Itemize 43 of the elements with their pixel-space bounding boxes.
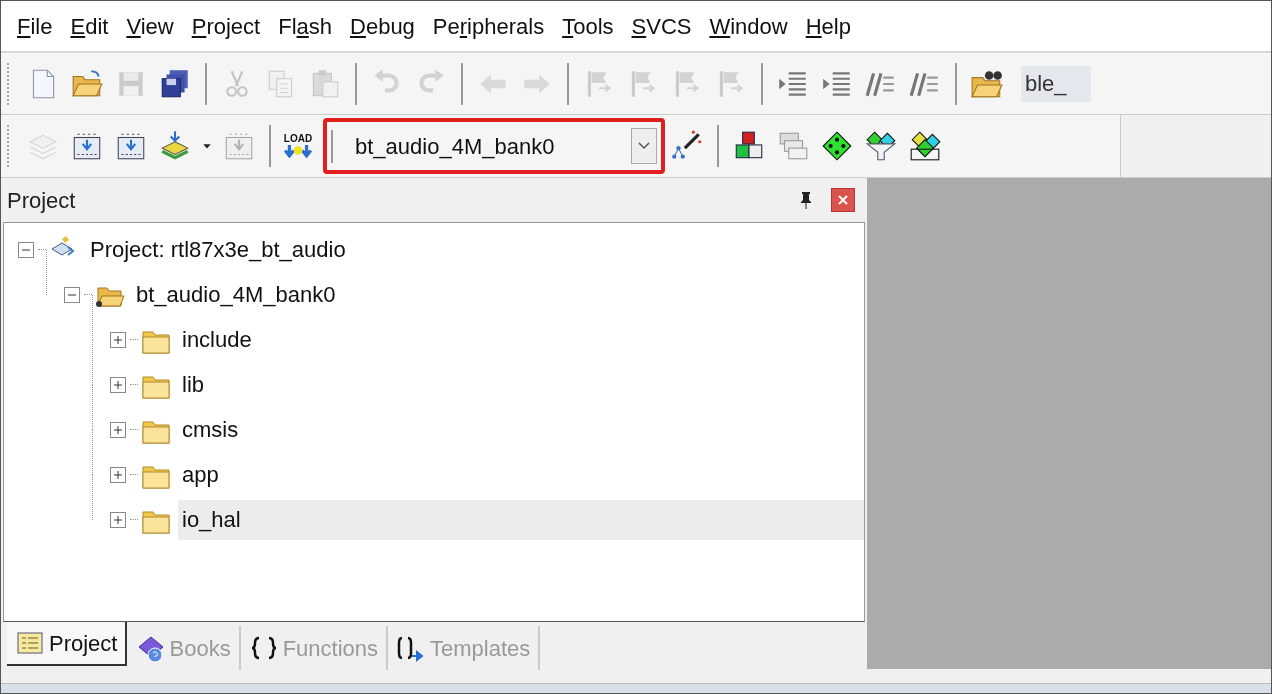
tree-item[interactable]: Project: rtl87x3e_bt_audio xyxy=(86,229,350,270)
close-icon xyxy=(837,194,849,206)
panel-title: Project xyxy=(7,186,77,215)
chevron-down-icon[interactable] xyxy=(637,141,651,151)
menu-item[interactable]: Peripherals xyxy=(424,3,553,49)
expand-button[interactable] xyxy=(110,466,126,483)
plus-icon xyxy=(113,424,123,435)
find-field[interactable]: ble_ xyxy=(1021,65,1091,102)
plus-icon xyxy=(113,514,123,525)
expand-button[interactable] xyxy=(110,421,126,438)
close-button[interactable] xyxy=(831,188,855,212)
menu-item[interactable]: SVCS xyxy=(623,3,700,49)
plus-icon xyxy=(113,379,123,390)
menu-item[interactable]: Debug xyxy=(342,3,423,49)
expand-button[interactable] xyxy=(110,511,126,528)
menu-item[interactable]: Project xyxy=(183,3,269,49)
tree-item[interactable]: include xyxy=(178,319,256,360)
collapse-button[interactable] xyxy=(64,286,80,303)
menu-item[interactable]: File xyxy=(9,3,61,49)
menu-item[interactable]: Flash xyxy=(270,3,340,49)
funnel-icon[interactable] xyxy=(864,129,898,163)
menu-item[interactable]: Window xyxy=(701,3,796,49)
plus-icon xyxy=(113,469,123,480)
pin-icon[interactable] xyxy=(799,191,813,209)
panel-tab[interactable]: Project xyxy=(7,622,128,666)
expand-button[interactable] xyxy=(110,376,126,393)
dice-icon[interactable] xyxy=(908,129,942,163)
tree-item[interactable]: cmsis xyxy=(178,409,243,450)
diamond-dots-icon[interactable] xyxy=(820,129,854,163)
expand-button[interactable] xyxy=(110,331,126,348)
load-button[interactable]: LOAD xyxy=(283,134,313,158)
tree-item[interactable]: io_hal xyxy=(178,499,864,540)
collapse-button[interactable] xyxy=(18,241,34,258)
tree-item[interactable]: lib xyxy=(178,364,208,405)
plus-icon xyxy=(113,334,123,345)
target-select[interactable]: bt_audio_4M_bank0 xyxy=(323,118,665,174)
menu-item[interactable]: Tools xyxy=(554,3,622,49)
download-arrows-icon xyxy=(283,144,313,158)
menu-item[interactable]: Help xyxy=(797,3,859,49)
menu-item[interactable]: View xyxy=(118,3,182,49)
tree-item[interactable]: bt_audio_4M_bank0 xyxy=(132,274,340,315)
menu-item[interactable]: Edit xyxy=(62,3,117,49)
tree-item[interactable]: app xyxy=(178,454,223,495)
